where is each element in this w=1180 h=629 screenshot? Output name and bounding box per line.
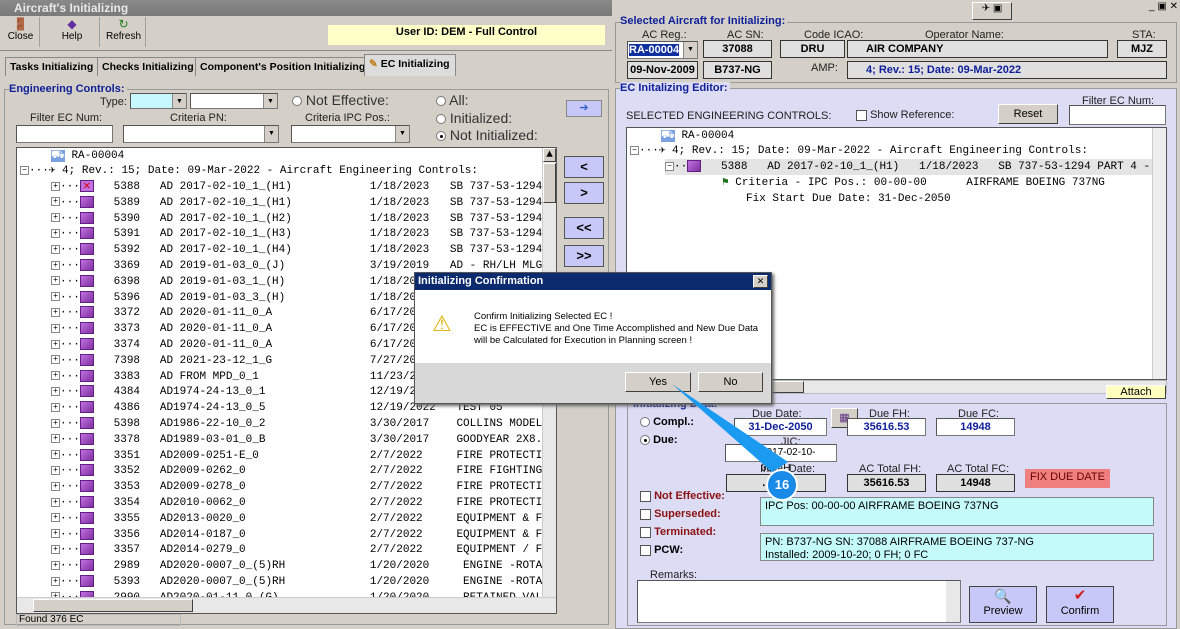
step-number: 16 (774, 477, 790, 492)
callout-pointer (672, 384, 788, 472)
annotation-callout (672, 384, 798, 501)
